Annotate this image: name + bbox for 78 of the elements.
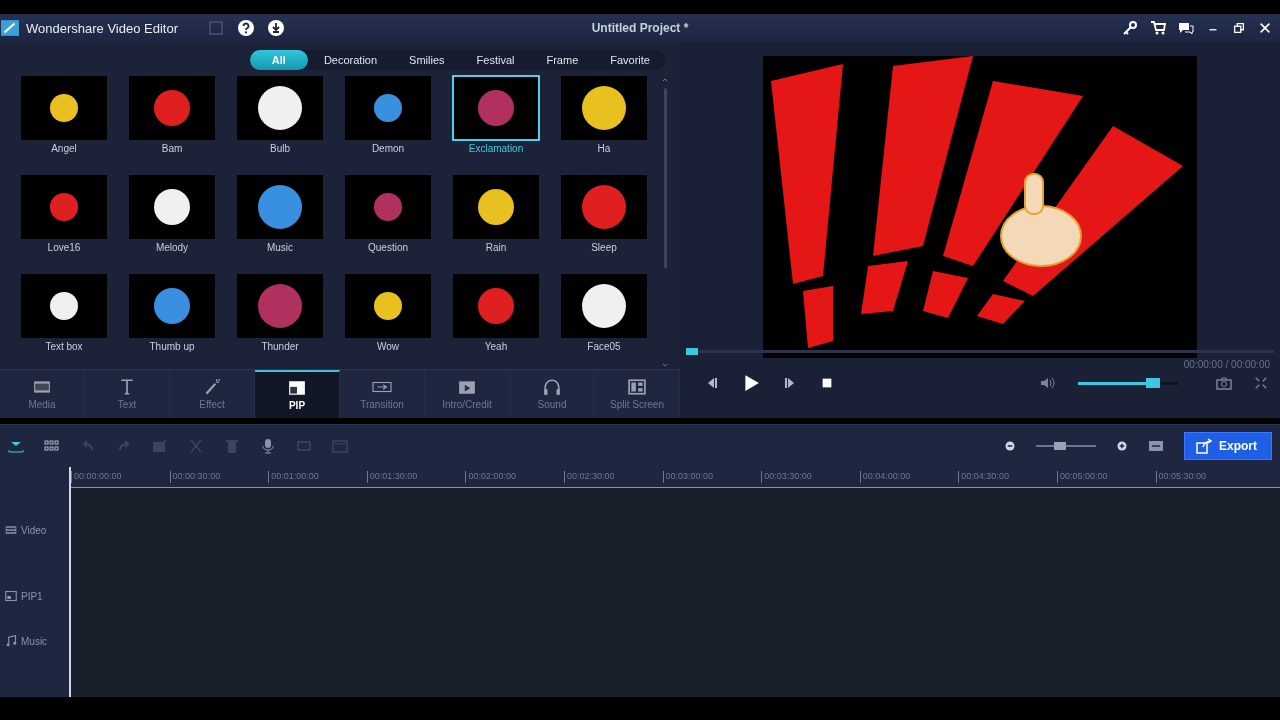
film-icon <box>5 524 17 536</box>
category-tab[interactable]: Intro/Credit <box>425 370 510 418</box>
sticker-item[interactable]: Music <box>230 175 330 270</box>
sticker-item[interactable]: Sleep <box>554 175 654 270</box>
export-icon <box>1195 438 1213 454</box>
ruler-label: 00:00:30:00 <box>169 471 269 483</box>
scrollbar-thumb[interactable] <box>663 88 667 268</box>
scroll-up-icon[interactable] <box>661 76 669 84</box>
category-tab[interactable]: Media <box>0 370 85 418</box>
headphones-icon <box>542 378 562 396</box>
sticker-item[interactable]: Angel <box>14 76 114 171</box>
chat-icon[interactable] <box>1178 20 1194 36</box>
filter-tab[interactable]: Smilies <box>393 50 461 70</box>
sticker-item[interactable]: Face05 <box>554 274 654 369</box>
play-icon[interactable] <box>742 374 760 392</box>
zoom-handle[interactable] <box>1054 442 1066 450</box>
sticker-item[interactable]: Wow <box>338 274 438 369</box>
split-screen-icon <box>627 378 647 396</box>
ruler-label: 00:04:30:00 <box>958 471 1057 483</box>
download-icon[interactable] <box>268 20 284 36</box>
fullscreen-icon[interactable] <box>1254 376 1268 390</box>
zoom-in-icon[interactable] <box>1116 440 1128 452</box>
sticker-item[interactable]: Bulb <box>230 76 330 171</box>
filter-tab[interactable]: Decoration <box>307 50 394 70</box>
scroll-down-icon[interactable] <box>661 361 669 369</box>
sticker-item[interactable]: Exclamation <box>446 76 546 171</box>
project-title: Untitled Project * <box>591 21 689 35</box>
sticker-item[interactable]: Question <box>338 175 438 270</box>
track-label: Music <box>21 635 48 647</box>
camera-icon[interactable] <box>1216 375 1232 391</box>
sticker-item[interactable]: Ha <box>554 76 654 171</box>
playhead-handle[interactable] <box>686 348 698 355</box>
ruler-label: 00:03:30:00 <box>761 471 860 483</box>
playback-track[interactable] <box>686 348 1274 355</box>
cart-icon[interactable] <box>1150 20 1166 36</box>
track-label: PIP1 <box>21 590 43 602</box>
sticker-item[interactable]: Rain <box>446 175 546 270</box>
app-title: Wondershare Video Editor <box>26 20 178 36</box>
time-display: 00:00:00 / 00:00:00 <box>1183 359 1270 370</box>
filter-tab[interactable]: Favorite <box>594 50 666 70</box>
sticker-item[interactable]: Melody <box>122 175 222 270</box>
sticker-item[interactable]: Love16 <box>14 175 114 270</box>
restore-icon[interactable] <box>1232 21 1246 35</box>
film-icon <box>32 378 52 396</box>
ruler-label: 00:03:00:00 <box>662 471 762 483</box>
category-tab[interactable]: PIP <box>255 370 340 418</box>
ruler-label: 00:01:30:00 <box>366 471 466 483</box>
ruler-label: 00:05:00:00 <box>1056 471 1156 483</box>
export-button[interactable]: Export <box>1184 432 1272 460</box>
sticker-item[interactable]: Text box <box>14 274 114 369</box>
sticker-item[interactable]: Yeah <box>446 274 546 369</box>
sticker-item[interactable]: Bam <box>122 76 222 171</box>
track-label: Video <box>21 524 47 536</box>
sticker-item[interactable]: Demon <box>338 76 438 171</box>
key-icon[interactable] <box>1122 20 1138 36</box>
ruler-label: 00:02:30:00 <box>563 471 663 483</box>
volume-handle[interactable] <box>1146 378 1160 388</box>
ruler-label: 00:04:00:00 <box>859 471 959 483</box>
filter-tab[interactable]: Festival <box>460 50 531 70</box>
sticker-item[interactable]: Thunder <box>230 274 330 369</box>
music-note-icon <box>5 635 17 647</box>
filter-tab[interactable]: Frame <box>530 50 595 70</box>
stop-icon[interactable] <box>820 376 834 390</box>
ruler-label: 00:01:00:00 <box>268 471 367 483</box>
pip-icon <box>5 590 17 602</box>
zoom-out-icon[interactable] <box>1004 440 1016 452</box>
ruler-label: 00:05:30:00 <box>1155 471 1255 483</box>
storyboard-icon[interactable] <box>44 438 60 454</box>
volume-icon[interactable] <box>1040 375 1056 391</box>
help-icon[interactable] <box>238 20 254 36</box>
close-icon[interactable] <box>1258 21 1272 35</box>
category-tab[interactable]: Transition <box>340 370 425 418</box>
pip-icon <box>287 379 307 397</box>
category-tab[interactable]: Text <box>85 370 170 418</box>
microphone-icon[interactable] <box>260 438 276 454</box>
ruler-label: 00:02:00:00 <box>465 471 564 483</box>
sticker-item[interactable]: Thumb up <box>122 274 222 369</box>
ruler-label: 00:00:00:00 <box>71 471 170 483</box>
